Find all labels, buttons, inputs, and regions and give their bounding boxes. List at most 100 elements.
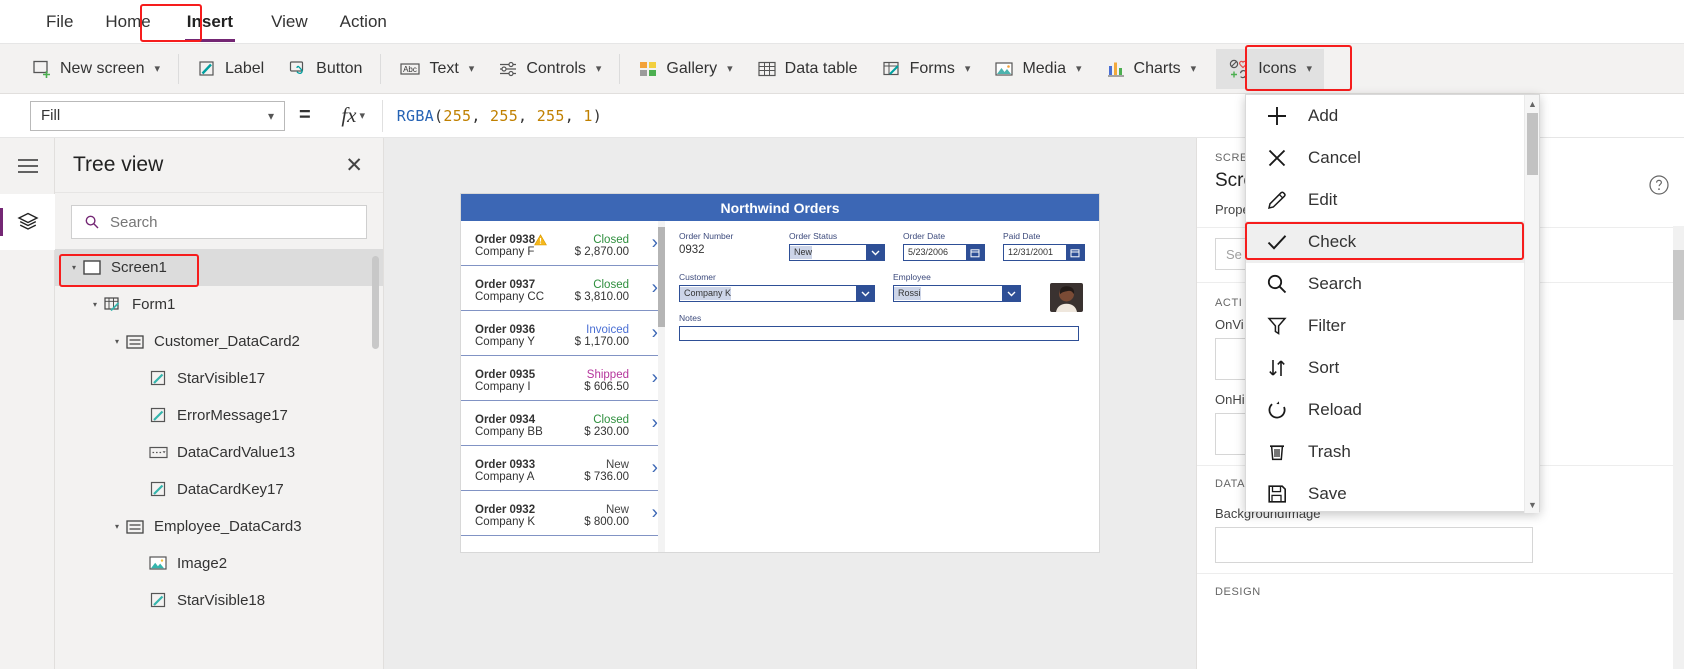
order-detail-form[interactable]: Order Number 0932 Order Status New Order… — [665, 221, 1099, 552]
ribbon-new-screen[interactable]: New screen ▾ — [20, 49, 172, 89]
gallery-scrollbar[interactable] — [658, 221, 665, 552]
fx-button[interactable]: fx ▾ — [325, 99, 383, 132]
gallery-row[interactable]: Order 0932 New Company K $ 800.00 › — [461, 491, 665, 536]
tree-item-label: StarVisible18 — [177, 592, 266, 609]
ribbon-forms[interactable]: Forms ▾ — [870, 49, 983, 89]
flyout-item-reload[interactable]: Reload — [1246, 389, 1539, 431]
gallery-row[interactable]: Order 0933 New Company A $ 736.00 › — [461, 446, 665, 491]
flyout-item-search[interactable]: Search — [1246, 263, 1539, 305]
order-date-picker[interactable]: 5/23/2006 — [903, 244, 985, 261]
search-icon — [85, 215, 99, 229]
flyout-item-edit[interactable]: Edit — [1246, 179, 1539, 221]
scroll-up-icon[interactable]: ▲ — [1525, 96, 1540, 111]
chevron-down-icon[interactable] — [866, 245, 884, 260]
menu-item-view[interactable]: View — [255, 2, 324, 42]
calendar-icon[interactable] — [1066, 245, 1084, 260]
order-id: Order 0934 — [475, 413, 536, 426]
notes-input[interactable] — [679, 326, 1079, 341]
twisty-icon[interactable]: ▾ — [67, 263, 81, 272]
formula-arg-0: 255 — [443, 106, 472, 125]
gallery-row[interactable]: Order 0938 Closed Company F $ 2,870.00 › — [461, 221, 665, 266]
ribbon-label[interactable]: Label — [185, 49, 276, 89]
app-screen-preview[interactable]: Northwind Orders Order 0938 Closed Compa… — [461, 194, 1099, 552]
twisty-icon[interactable]: ▾ — [110, 522, 124, 531]
gallery-row[interactable]: Order 0935 Shipped Company I $ 606.50 › — [461, 356, 665, 401]
tree-item-screen1[interactable]: ▾ Screen1 — [55, 249, 383, 286]
order-company: Company I — [475, 380, 531, 393]
ribbon-controls[interactable]: Controls ▾ — [486, 49, 613, 89]
orders-gallery[interactable]: Order 0938 Closed Company F $ 2,870.00 ›… — [461, 221, 665, 552]
gallery-row[interactable]: Order 0934 Closed Company BB $ 230.00 › — [461, 401, 665, 446]
menu-bar: File Home Insert View Action — [0, 0, 1684, 44]
gallery-grid-icon — [640, 61, 657, 76]
tree-item-starvisible18[interactable]: StarVisible18 — [55, 582, 383, 619]
tree-search-box[interactable]: Search — [71, 205, 367, 239]
ribbon-text[interactable]: Abc Text ▾ — [387, 49, 486, 89]
gallery-scrollbar-thumb[interactable] — [658, 227, 665, 327]
ribbon-divider — [380, 53, 382, 84]
ribbon-data-table[interactable]: Data table — [745, 49, 870, 89]
hamburger-icon — [17, 159, 38, 173]
paid-date-picker[interactable]: 12/31/2001 — [1003, 244, 1085, 261]
order-company: Company K — [475, 515, 536, 528]
flyout-item-save[interactable]: Save — [1246, 473, 1539, 513]
canvas-area[interactable]: Northwind Orders Order 0938 Closed Compa… — [384, 138, 1196, 669]
property-selector[interactable]: Fill ▾ — [30, 100, 285, 131]
tree-scrollbar-thumb[interactable] — [372, 256, 379, 349]
calendar-icon[interactable] — [966, 245, 984, 260]
scroll-down-icon[interactable]: ▼ — [1525, 497, 1540, 512]
tree-item-errormessage17[interactable]: ErrorMessage17 — [55, 397, 383, 434]
ribbon-media[interactable]: Media ▾ — [982, 49, 1093, 89]
employee-dropdown[interactable]: Rossi — [893, 285, 1021, 302]
backgroundimage-input[interactable] — [1215, 527, 1533, 563]
chevron-down-icon[interactable] — [1002, 286, 1020, 301]
tree-item-customer-datacard2[interactable]: ▾ Customer_DataCard2 — [55, 323, 383, 360]
close-x-icon — [1264, 147, 1290, 169]
field-value: Rossi — [894, 287, 921, 300]
ribbon-divider — [178, 53, 180, 84]
icons-flyout-list: Add Cancel Edit Check Search Filter Sort… — [1246, 95, 1539, 513]
tree-item-datacardvalue13[interactable]: DataCardValue13 — [55, 434, 383, 471]
flyout-item-trash[interactable]: Trash — [1246, 431, 1539, 473]
properties-scrollbar[interactable] — [1673, 226, 1684, 669]
tree-item-datacardkey17[interactable]: DataCardKey17 — [55, 471, 383, 508]
ribbon-button[interactable]: Button — [276, 49, 374, 89]
flyout-item-cancel[interactable]: Cancel — [1246, 137, 1539, 179]
controls-sliders-icon — [500, 61, 517, 76]
formula-arg-3: 1 — [583, 106, 593, 125]
flyout-item-check[interactable]: Check — [1246, 221, 1539, 263]
menu-item-action[interactable]: Action — [324, 2, 403, 42]
close-icon[interactable]: ✕ — [345, 155, 363, 176]
customer-dropdown[interactable]: Company K — [679, 285, 875, 302]
ribbon-charts[interactable]: Charts ▾ — [1094, 49, 1209, 89]
gallery-row[interactable]: Order 0936 Invoiced Company Y $ 1,170.00… — [461, 311, 665, 356]
flyout-item-sort[interactable]: Sort — [1246, 347, 1539, 389]
flyout-item-filter[interactable]: Filter — [1246, 305, 1539, 347]
tree-item-starvisible17[interactable]: StarVisible17 — [55, 360, 383, 397]
order-status-dropdown[interactable]: New — [789, 244, 885, 261]
menu-item-insert[interactable]: Insert — [171, 2, 249, 42]
hamburger-menu-button[interactable] — [0, 138, 55, 194]
help-circle-icon[interactable] — [1648, 174, 1670, 196]
flyout-item-label: Trash — [1308, 442, 1351, 461]
tree-item-form1[interactable]: ▾ Form1 — [55, 286, 383, 323]
tree-view-rail-button[interactable] — [0, 194, 55, 250]
flyout-item-add[interactable]: Add — [1246, 95, 1539, 137]
field-paid-date: Paid Date 12/31/2001 — [1003, 231, 1085, 261]
ribbon-gallery[interactable]: Gallery ▾ — [626, 49, 744, 89]
tree-item-image2[interactable]: Image2 — [55, 545, 383, 582]
gallery-row[interactable]: Order 0937 Closed Company CC $ 3,810.00 … — [461, 266, 665, 311]
twisty-icon[interactable]: ▾ — [88, 300, 102, 309]
ribbon-icons[interactable]: Icons ▾ — [1216, 48, 1324, 89]
flyout-scrollbar-thumb[interactable] — [1527, 113, 1538, 175]
flyout-scrollbar[interactable]: ▲ ▼ — [1524, 95, 1539, 513]
properties-scrollbar-thumb[interactable] — [1673, 250, 1684, 320]
menu-item-file[interactable]: File — [30, 2, 89, 42]
tree-view-header: Tree view ✕ — [55, 138, 383, 193]
app-body: Order 0938 Closed Company F $ 2,870.00 ›… — [461, 221, 1099, 552]
menu-item-home[interactable]: Home — [89, 2, 166, 42]
twisty-icon[interactable]: ▾ — [110, 337, 124, 346]
chevron-down-icon[interactable] — [856, 286, 874, 301]
tree-item-employee-datacard3[interactable]: ▾ Employee_DataCard3 — [55, 508, 383, 545]
field-label: Employee — [893, 272, 931, 282]
